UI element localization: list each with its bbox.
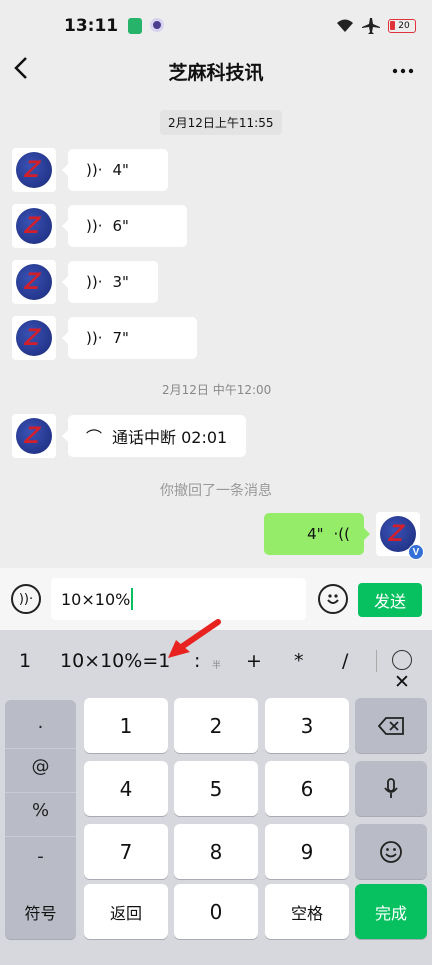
space-key[interactable]: 空格 [265, 884, 349, 939]
key-5[interactable]: 5 [174, 761, 258, 816]
symbol-key[interactable]: % [5, 800, 76, 821]
voice-duration: 7" [112, 329, 129, 347]
keyboard: 1 10×10%=1 : 半 + * / ✕ . @ % - 1 2 3 4 5… [0, 630, 432, 965]
call-message[interactable]: ⌒ 通话中断 02:01 [62, 415, 246, 457]
message-input-value: 10×10% [61, 589, 131, 609]
voice-icon: ·(( [333, 525, 350, 543]
key-0[interactable]: 0 [174, 884, 258, 939]
candidate[interactable]: 1 [19, 650, 31, 672]
candidate[interactable]: + [246, 650, 262, 672]
voice-input-button[interactable]: ))· [11, 584, 41, 614]
timestamp: 2月12日 中午12:00 [162, 383, 272, 397]
avatar[interactable] [12, 316, 56, 360]
avatar[interactable] [12, 204, 56, 248]
chevron-left-icon [14, 57, 27, 79]
voice-icon: ))· [18, 591, 34, 607]
key-7[interactable]: 7 [84, 824, 168, 879]
wifi-icon [337, 19, 353, 32]
battery-level: 20 [398, 21, 410, 31]
key-9[interactable]: 9 [265, 824, 349, 879]
divider [5, 748, 76, 749]
delete-button[interactable] [355, 698, 427, 753]
recall-notice: 你撤回了一条消息 [160, 483, 272, 499]
symbol-key[interactable]: @ [5, 756, 76, 777]
voice-icon: ))· [86, 161, 103, 179]
key-6[interactable]: 6 [265, 761, 349, 816]
voice-message[interactable]: ))· 4" [62, 149, 168, 191]
close-icon: ✕ [394, 671, 410, 693]
status-bar: 13:11 20 [0, 0, 432, 52]
back-key[interactable]: 返回 [84, 884, 168, 939]
emoji-button[interactable] [318, 584, 348, 614]
airplane-icon [362, 18, 380, 34]
logo-icon [16, 152, 52, 188]
backspace-icon [378, 716, 404, 735]
symbols-key[interactable]: 符号 [5, 884, 76, 939]
divider [5, 836, 76, 837]
voice-icon: ))· [86, 273, 103, 291]
avatar[interactable] [12, 260, 56, 304]
logo-icon [16, 418, 52, 454]
voice-duration: 3" [112, 273, 129, 291]
avatar[interactable] [12, 148, 56, 192]
logo-icon [16, 208, 52, 244]
emoji-icon [380, 840, 402, 863]
symbol-key[interactable]: . [5, 712, 76, 733]
candidate[interactable]: * [294, 650, 304, 672]
divider [376, 650, 377, 672]
send-button[interactable]: 发送 [358, 583, 422, 617]
chat-area[interactable]: 2月12日上午11:55 ))· 4" ))· 6" ))· 3" ))· 7" 2月1… [0, 90, 432, 568]
timestamp: 2月12日上午11:55 [160, 110, 282, 135]
emoji-icon [327, 594, 339, 604]
call-text: 通话中断 02:01 [112, 428, 228, 447]
close-candidates-button[interactable]: ✕ [392, 650, 412, 693]
key-4[interactable]: 4 [84, 761, 168, 816]
my-voice-message[interactable]: 4" ·(( [264, 513, 370, 555]
key-8[interactable]: 8 [174, 824, 258, 879]
back-button[interactable] [14, 56, 28, 87]
app-notification-icon [128, 18, 143, 34]
logo-icon [16, 320, 52, 356]
title-bar: 芝麻科技讯 [0, 52, 432, 90]
candidate[interactable]: 10×10%=1 [60, 650, 170, 672]
voice-icon: ))· [86, 329, 103, 347]
battery-icon: 20 [388, 19, 416, 33]
annotation-arrow-icon [168, 619, 221, 658]
more-icon [392, 68, 414, 74]
my-avatar[interactable]: V [376, 512, 424, 560]
microphone-icon [384, 777, 398, 798]
clock: 13:11 [64, 16, 119, 36]
key-2[interactable]: 2 [174, 698, 258, 753]
message-input[interactable]: 10×10% [51, 578, 306, 620]
voice-icon: ))· [86, 217, 103, 235]
voice-message[interactable]: ))· 3" [62, 261, 158, 303]
app-notification-icon [150, 18, 165, 32]
candidate[interactable]: / [342, 650, 348, 672]
symbol-key[interactable]: - [5, 846, 76, 867]
voice-input-key[interactable] [355, 761, 427, 816]
voice-message[interactable]: ))· 6" [62, 205, 187, 247]
divider [5, 792, 76, 793]
logo-icon [16, 264, 52, 300]
emoji-key[interactable] [355, 824, 427, 879]
verified-badge-icon: V [408, 544, 424, 560]
chat-title: 芝麻科技讯 [168, 61, 264, 84]
text-caret [131, 588, 134, 610]
key-3[interactable]: 3 [265, 698, 349, 753]
voice-duration: 6" [112, 217, 129, 235]
voice-duration: 4" [307, 525, 324, 543]
voice-message[interactable]: ))· 7" [62, 317, 197, 359]
phone-hangup-icon: ⌒ [86, 428, 103, 447]
voice-duration: 4" [112, 161, 129, 179]
done-key[interactable]: 完成 [355, 884, 427, 939]
more-button[interactable] [392, 52, 414, 80]
key-1[interactable]: 1 [84, 698, 168, 753]
avatar[interactable] [12, 414, 56, 458]
